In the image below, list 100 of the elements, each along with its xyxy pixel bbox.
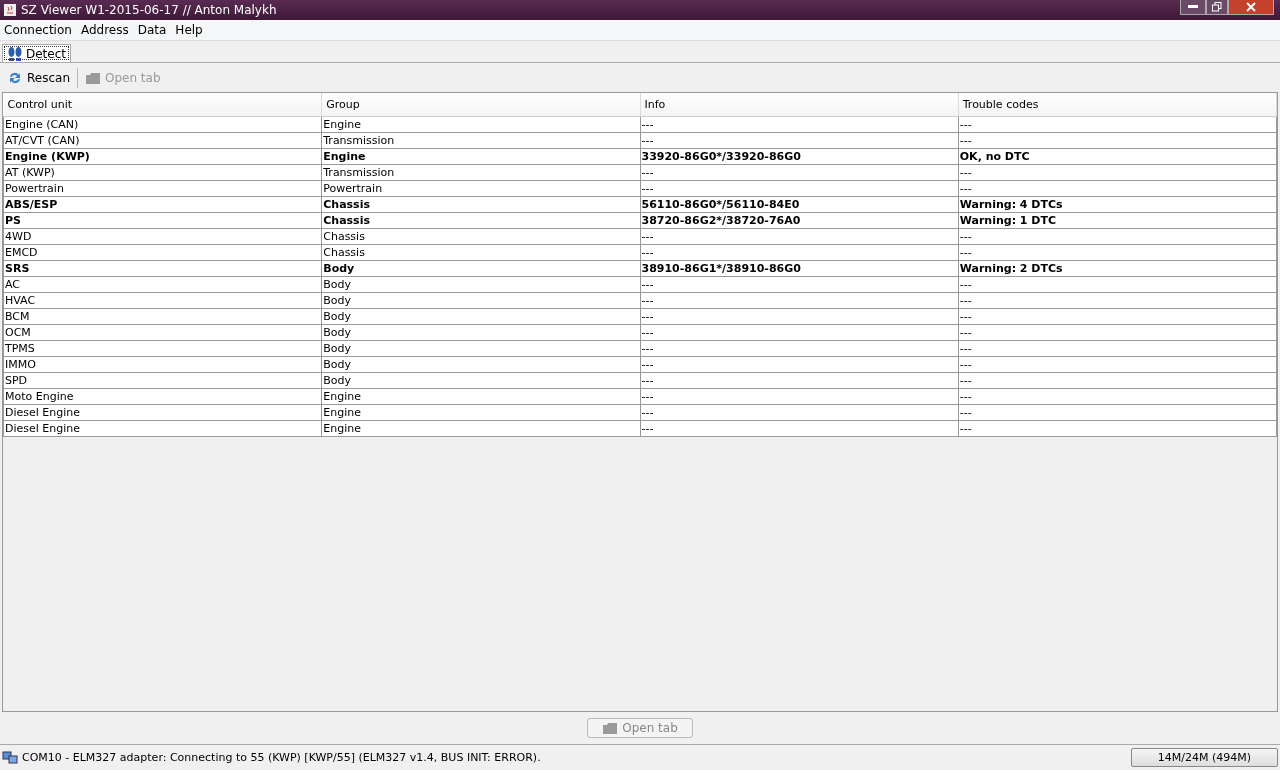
- table-cell: ---: [958, 292, 1277, 309]
- table-cell: ---: [640, 164, 959, 181]
- table-cell: ---: [958, 276, 1277, 293]
- table-cell: Warning: 1 DTC: [958, 212, 1277, 229]
- column-header[interactable]: Info: [640, 93, 959, 117]
- table-cell: 38910-86G1*/38910-86G0: [640, 260, 959, 277]
- table-cell: ---: [640, 132, 959, 149]
- status-message: COM10 - ELM327 adapter: Connecting to 55 (KWP) [KWP/55] (ELM327 v1.4, BUS INIT: ERROR).: [22, 751, 542, 764]
- table-cell: Body: [321, 324, 640, 341]
- menu-item[interactable]: Help: [171, 23, 208, 37]
- table-cell: ---: [958, 324, 1277, 341]
- table-cell: Body: [321, 260, 640, 277]
- table-cell: ---: [958, 388, 1277, 405]
- restore-icon[interactable]: [1206, 0, 1228, 15]
- table-cell: SPD: [3, 372, 322, 389]
- table-cell: AT (KWP): [3, 164, 322, 181]
- table-cell: Engine: [321, 116, 640, 133]
- footprints-icon: [7, 45, 23, 62]
- table-cell: ---: [958, 356, 1277, 373]
- table-cell: 4WD: [3, 228, 322, 245]
- table-cell: PS: [3, 212, 322, 229]
- folder-icon: [602, 721, 619, 735]
- rescan-button[interactable]: Rescan: [4, 67, 73, 88]
- table-cell: BCM: [3, 308, 322, 325]
- table-cell: ---: [958, 132, 1277, 149]
- table-cell: Transmission: [321, 132, 640, 149]
- table-cell: ---: [958, 244, 1277, 261]
- table-cell: ---: [640, 308, 959, 325]
- table-cell: EMCD: [3, 244, 322, 261]
- table-cell: ---: [640, 388, 959, 405]
- menu-item[interactable]: Connection: [0, 23, 77, 37]
- table-cell: 38720-86G2*/38720-76A0: [640, 212, 959, 229]
- table-cell: ---: [958, 404, 1277, 421]
- table-cell: Body: [321, 356, 640, 373]
- table-cell: ---: [640, 340, 959, 357]
- tab[interactable]: Detect: [2, 44, 71, 62]
- table-cell: Powertrain: [3, 180, 322, 197]
- table-cell: ---: [958, 180, 1277, 197]
- menu-item[interactable]: Address: [76, 23, 134, 37]
- table-cell: ---: [958, 308, 1277, 325]
- table-cell: 33920-86G0*/33920-86G0: [640, 148, 959, 165]
- table-cell: ---: [958, 228, 1277, 245]
- table-cell: ---: [640, 420, 959, 437]
- table-cell: ---: [640, 372, 959, 389]
- app-icon: [3, 3, 17, 17]
- table-cell: IMMO: [3, 356, 322, 373]
- table-cell: Transmission: [321, 164, 640, 181]
- window-title: SZ Viewer W1-2015-06-17 // Anton Malykh: [21, 3, 278, 17]
- table-cell: Chassis: [321, 212, 640, 229]
- table-cell: 56110-86G0*/56110-84E0: [640, 196, 959, 213]
- table-cell: Engine: [321, 148, 640, 165]
- table-cell: ---: [958, 340, 1277, 357]
- table-cell: ---: [958, 372, 1277, 389]
- table-cell: AC: [3, 276, 322, 293]
- table-cell: Body: [321, 340, 640, 357]
- table-cell: Body: [321, 292, 640, 309]
- computer-icon: [2, 750, 18, 765]
- table-cell: ---: [958, 420, 1277, 437]
- column-header[interactable]: Group: [321, 93, 640, 117]
- table-cell: ---: [640, 116, 959, 133]
- table-cell: Warning: 2 DTCs: [958, 260, 1277, 277]
- table-cell: ---: [640, 404, 959, 421]
- table-cell: Engine (KWP): [3, 148, 322, 165]
- table-cell: SRS: [3, 260, 322, 277]
- table-cell: ---: [958, 116, 1277, 133]
- table-cell: ---: [640, 324, 959, 341]
- table-cell: Engine: [321, 420, 640, 437]
- folder-icon: [85, 70, 101, 85]
- table-cell: Moto Engine: [3, 388, 322, 405]
- column-header[interactable]: Control unit: [3, 93, 322, 117]
- table-cell: OK, no DTC: [958, 148, 1277, 165]
- menu-item[interactable]: Data: [133, 23, 172, 37]
- table-cell: Chassis: [321, 244, 640, 261]
- table-cell: TPMS: [3, 340, 322, 357]
- table-cell: AT/CVT (CAN): [3, 132, 322, 149]
- table-cell: Powertrain: [321, 180, 640, 197]
- table-cell: Engine (CAN): [3, 116, 322, 133]
- table-cell: ---: [640, 228, 959, 245]
- table-cell: Chassis: [321, 196, 640, 213]
- memory-button[interactable]: 14M/24M (494M): [1130, 748, 1278, 767]
- table-cell: Diesel Engine: [3, 420, 322, 437]
- table-cell: Diesel Engine: [3, 404, 322, 421]
- table-cell: HVAC: [3, 292, 322, 309]
- table-cell: ---: [640, 244, 959, 261]
- close-icon[interactable]: [1228, 0, 1274, 15]
- minimize-icon[interactable]: [1180, 0, 1206, 15]
- table-cell: Body: [321, 372, 640, 389]
- table-cell: ---: [640, 276, 959, 293]
- table-cell: ---: [958, 164, 1277, 181]
- table-cell: Body: [321, 308, 640, 325]
- table-cell: ---: [640, 180, 959, 197]
- table-cell: Engine: [321, 404, 640, 421]
- table-cell: Chassis: [321, 228, 640, 245]
- table-cell: ABS/ESP: [3, 196, 322, 213]
- table-cell: OCM: [3, 324, 322, 341]
- table-cell: Warning: 4 DTCs: [958, 196, 1277, 213]
- table-cell: Body: [321, 276, 640, 293]
- table-cell: Engine: [321, 388, 640, 405]
- table-cell: ---: [640, 292, 959, 309]
- column-header[interactable]: Trouble codes: [958, 93, 1277, 117]
